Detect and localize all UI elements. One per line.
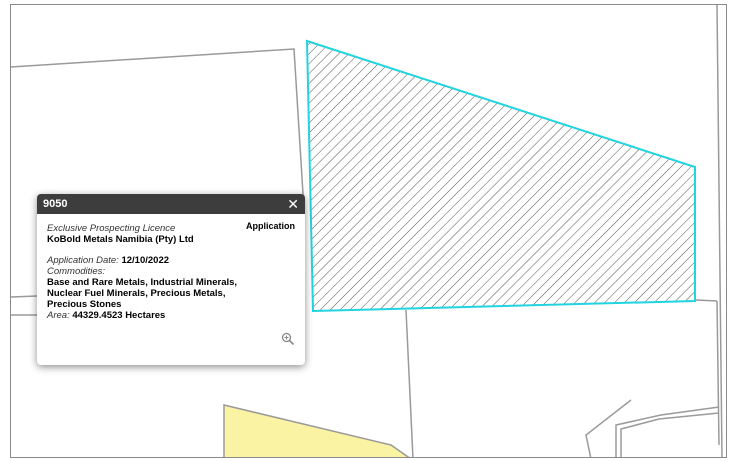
application-date-label: Application Date: <box>47 255 119 266</box>
yellow-parcel[interactable] <box>223 404 411 458</box>
boundary-line <box>405 309 414 457</box>
commodities-line: Base and Rare Metals, Industrial Mineral… <box>47 277 238 288</box>
selected-parcel-9050[interactable] <box>305 39 696 313</box>
boundary-line <box>716 300 720 446</box>
area-label: Area: <box>47 310 70 321</box>
boundary-line <box>620 412 720 457</box>
zoom-in-icon[interactable] <box>281 332 295 346</box>
status-badge: Application <box>246 221 295 231</box>
holder-name: KoBold Metals Namibia (Pty) Ltd <box>47 234 194 245</box>
commodities-label: Commodities: <box>47 266 106 277</box>
boundary-line <box>695 299 718 302</box>
parcel-info-popup: 9050 ✕ Application Exclusive Prospecting… <box>37 194 305 365</box>
popup-title: 9050 <box>43 198 68 210</box>
boundary-line <box>11 48 305 211</box>
popup-header: 9050 ✕ <box>37 194 305 214</box>
popup-body: Application Exclusive Prospecting Licenc… <box>37 214 305 321</box>
boundary-line <box>585 399 632 457</box>
close-icon[interactable]: ✕ <box>287 194 299 214</box>
application-date-value: 12/10/2022 <box>121 255 170 266</box>
area-value: 44329.4523 Hectares <box>72 310 166 321</box>
commodities-line: Precious Stones <box>47 299 122 310</box>
boundary-line <box>11 295 38 298</box>
commodities-line: Nuclear Fuel Minerals, Precious Metals, <box>47 288 226 299</box>
map-frame[interactable]: 9050 ✕ Application Exclusive Prospecting… <box>10 4 727 458</box>
